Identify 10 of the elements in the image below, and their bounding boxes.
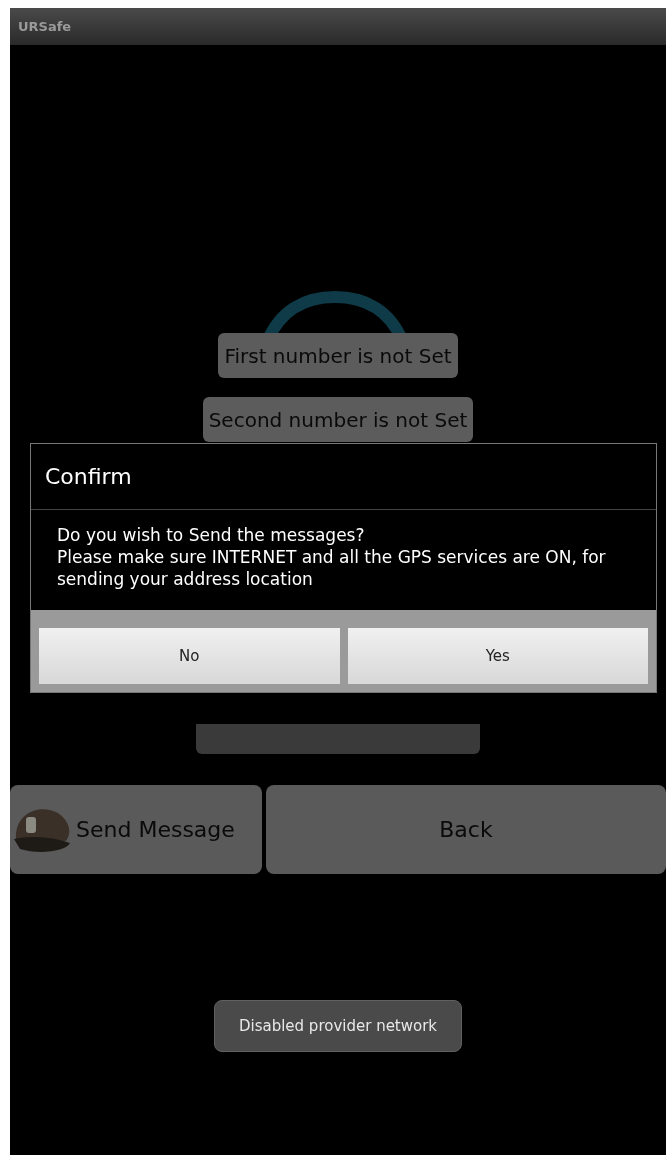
send-message-button[interactable]: Send Message [10, 785, 262, 874]
toast-message: Disabled provider network [238, 1015, 438, 1037]
number-status-button[interactable]: First number is not Set [218, 333, 458, 378]
back-button[interactable]: Back [266, 785, 666, 874]
dialog-button[interactable]: No [39, 628, 340, 684]
dialog-button[interactable]: Yes [347, 628, 648, 684]
dialog-title: Confirm [45, 463, 132, 491]
dialog-message: Do you wish to Send the messages? Please make sure INTERNET and all the GPS services are ON, for sending your address location [56, 524, 607, 591]
window-title: URSafe [18, 17, 72, 36]
number-status-button[interactable]: Second number is not Set [202, 397, 474, 442]
